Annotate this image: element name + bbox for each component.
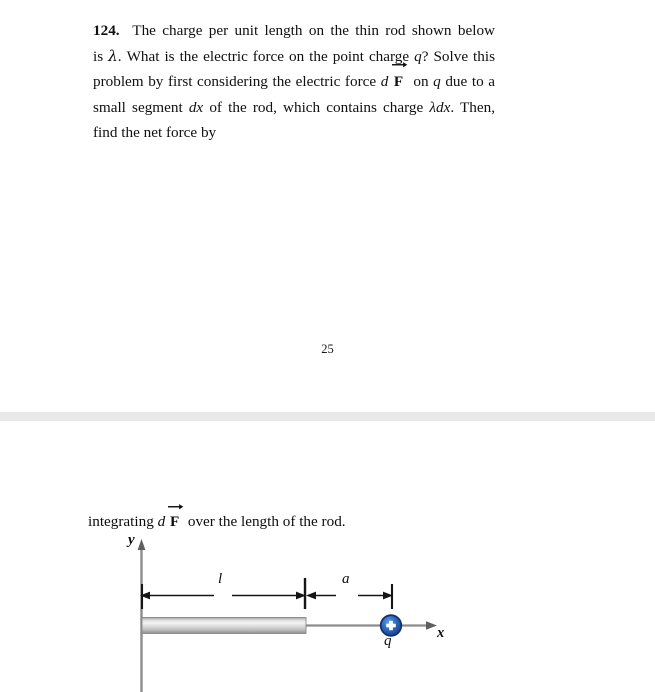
charge-q-symbol-2: q — [433, 73, 441, 91]
charge-label: q — [384, 633, 392, 649]
page-number: 25 — [321, 342, 334, 356]
figure-canvas — [137, 539, 437, 692]
lambda-symbol: λ — [108, 46, 118, 65]
problem-paragraph: 124. The charge per unit length on the t… — [93, 18, 495, 146]
charge-q-symbol-1: q — [414, 47, 422, 65]
problem-text-4: on — [413, 73, 429, 91]
y-axis-label: y — [128, 532, 135, 548]
force-vector-letter-1: F — [393, 73, 404, 91]
rod-charge-figure: y x q l a — [0, 421, 655, 692]
rod-length-label: l — [218, 571, 223, 587]
charged-rod — [141, 617, 307, 634]
problem-text-6: of the rod, which contains charge — [209, 98, 424, 116]
dimension-line-l — [140, 578, 307, 609]
lambda-dx-symbol: λdx — [429, 98, 451, 116]
problem-statement: 124. The charge per unit length on the t… — [93, 18, 495, 146]
force-vector-symbol-1: F — [391, 61, 408, 95]
page-separator — [0, 412, 655, 421]
dx-symbol: dx — [188, 98, 204, 116]
problem-text-2: . What is the electric force on the poin… — [117, 47, 410, 65]
d-symbol-1: d — [380, 73, 389, 91]
x-axis-label: x — [437, 625, 445, 641]
y-axis — [137, 539, 146, 692]
problem-number: 124. — [93, 22, 120, 39]
document-page-bottom: integrating d F over the length of the r… — [0, 421, 655, 692]
gap-distance-label: a — [342, 571, 350, 587]
document-page-top: 124. The charge per unit length on the t… — [0, 0, 655, 412]
dimension-line-a — [306, 584, 394, 609]
